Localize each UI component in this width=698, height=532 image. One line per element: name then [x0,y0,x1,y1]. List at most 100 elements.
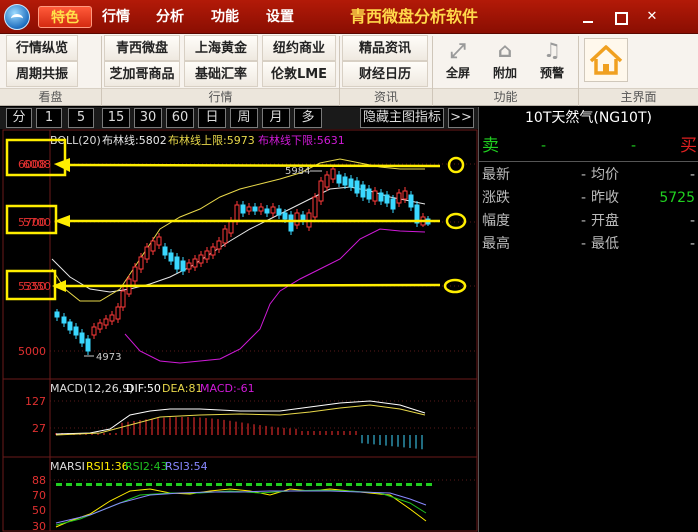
period-month[interactable]: 月 [262,108,290,128]
candle-body [378,192,384,202]
period-tick[interactable]: 分 [6,108,32,128]
rsi-overbought-marker [256,483,262,486]
dea-line [55,404,426,436]
macd-y-tick-27: 27 [32,422,46,435]
quote-divider [479,161,698,162]
rsi-overbought-marker [156,483,162,486]
attach-button[interactable]: ⌂ 附加 [483,36,527,84]
candle-body [294,212,300,226]
rsi-overbought-marker [76,483,82,486]
candle-body [222,228,228,244]
chart-svg: BOLL(20) 布林线:5802 布林线上限:5973 布林线下限:5631 … [2,129,478,532]
period-day[interactable]: 日 [198,108,226,128]
premium-news-button[interactable]: 精品资讯 [342,35,428,61]
qingxi-micro-button[interactable]: 青西微盘 [104,35,180,61]
menu-featured[interactable]: 特色 [38,6,92,28]
period-multi[interactable]: 多 [294,108,322,128]
rsi-overbought-marker [106,483,112,486]
candle-body [168,252,174,262]
group-watch: 看盘 [0,88,101,105]
maximize-icon[interactable] [612,9,628,25]
rsi-overbought-marker [216,483,222,486]
menu-functions[interactable]: 功能 [205,6,245,28]
rsi-overbought-marker [166,483,172,486]
candle-body [330,168,336,180]
chart-area[interactable]: BOLL(20) 布林线:5802 布林线上限:5973 布林线下限:5631 … [0,129,478,532]
overview-button[interactable]: 行情纵览 [6,35,78,61]
period-5min[interactable]: 5 [68,108,94,128]
hide-indicator-button[interactable]: 隐藏主图指标 [360,108,444,128]
rsi-plot [55,483,432,528]
candle-body [91,326,97,336]
rsi-overbought-marker [56,483,62,486]
cycle-resonance-button[interactable]: 周期共振 [6,61,78,87]
london-lme-button[interactable]: 伦敦LME [262,61,336,87]
buy-label: 买 [680,136,697,156]
rsi3-line [55,490,427,524]
candle-body [348,178,354,188]
minimize-icon[interactable] [580,9,596,25]
quote-row-change: 涨跌 - 昨收 5725 [479,187,698,209]
macd-y-tick-127: 127 [25,395,46,408]
high-price-label: 5984 [285,166,310,177]
candle-body [186,262,192,270]
rsi2-label: RSI2:43 [125,460,168,473]
candle-body [384,194,390,204]
candle-body [204,250,210,260]
rsi-y-tick-30: 30 [32,520,46,532]
candle-body [120,290,126,308]
alert-button[interactable]: ♫ 预警 [530,36,574,84]
candle-body [240,204,246,214]
finance-calendar-button[interactable]: 财经日历 [342,61,428,87]
candle-body [109,314,115,322]
annotation-5350: 5350 [23,280,51,293]
nymex-button[interactable]: 纽约商业 [262,35,336,61]
candle-body [103,318,109,326]
period-15min[interactable]: 15 [102,108,130,128]
annotation-6008: 6008 [23,158,51,171]
rsi-overbought-marker [136,483,142,486]
candle-body [372,190,378,202]
candle-body [174,256,180,270]
fullscreen-button[interactable]: ⤢ 全屏 [436,36,480,84]
rsi-overbought-marker [196,483,202,486]
candle-body [97,322,103,330]
candle-body [132,266,138,282]
candle-body [67,321,73,331]
period-bar: 分 1 5 15 30 60 日 周 月 多 隐藏主图指标 >> [0,107,478,129]
range-value: - [581,213,587,229]
rsi-overbought-marker [316,483,322,486]
period-1min[interactable]: 1 [36,108,62,128]
close-icon[interactable]: ✕ [644,9,660,25]
prev-close-label: 昨收 [591,190,619,206]
bid-ask-row: 卖 - - 买 [479,135,698,157]
base-fx-button[interactable]: 基础汇率 [184,61,258,87]
boll-upper-label: 布林线上限:5973 [168,133,255,147]
more-button[interactable]: >> [448,108,474,128]
candle-body [192,258,198,268]
period-60min[interactable]: 60 [166,108,194,128]
tag-icon: ⌂ [497,38,513,62]
quote-row-latest: 最新 - 均价 - [479,164,698,186]
home-button[interactable] [584,38,628,82]
rsi-overbought-marker [66,483,72,486]
period-30min[interactable]: 30 [134,108,162,128]
period-week[interactable]: 周 [230,108,258,128]
app-logo-icon [4,4,30,30]
menu-settings[interactable]: 设置 [260,6,300,28]
app-title: 青西微盘分析软件 [350,7,479,26]
shanghai-gold-button[interactable]: 上海黄金 [184,35,258,61]
candle-body [162,246,168,256]
latest-label: 最新 [482,167,510,183]
avg-price-label: 均价 [591,167,619,183]
boll-lower-label: 布林线下限:5631 [258,133,345,147]
boll-upper-line [51,158,425,302]
macd-plot [55,400,426,450]
menu-analysis[interactable]: 分析 [150,6,190,28]
menu-quotes[interactable]: 行情 [96,6,136,28]
rsi-overbought-marker [186,483,192,486]
boll-mid-label: 布林线:5802 [102,133,167,147]
rsi-y-tick-88: 88 [32,474,46,487]
rsi-overbought-marker [206,483,212,486]
chicago-commodity-button[interactable]: 芝加哥商品 [104,61,180,87]
